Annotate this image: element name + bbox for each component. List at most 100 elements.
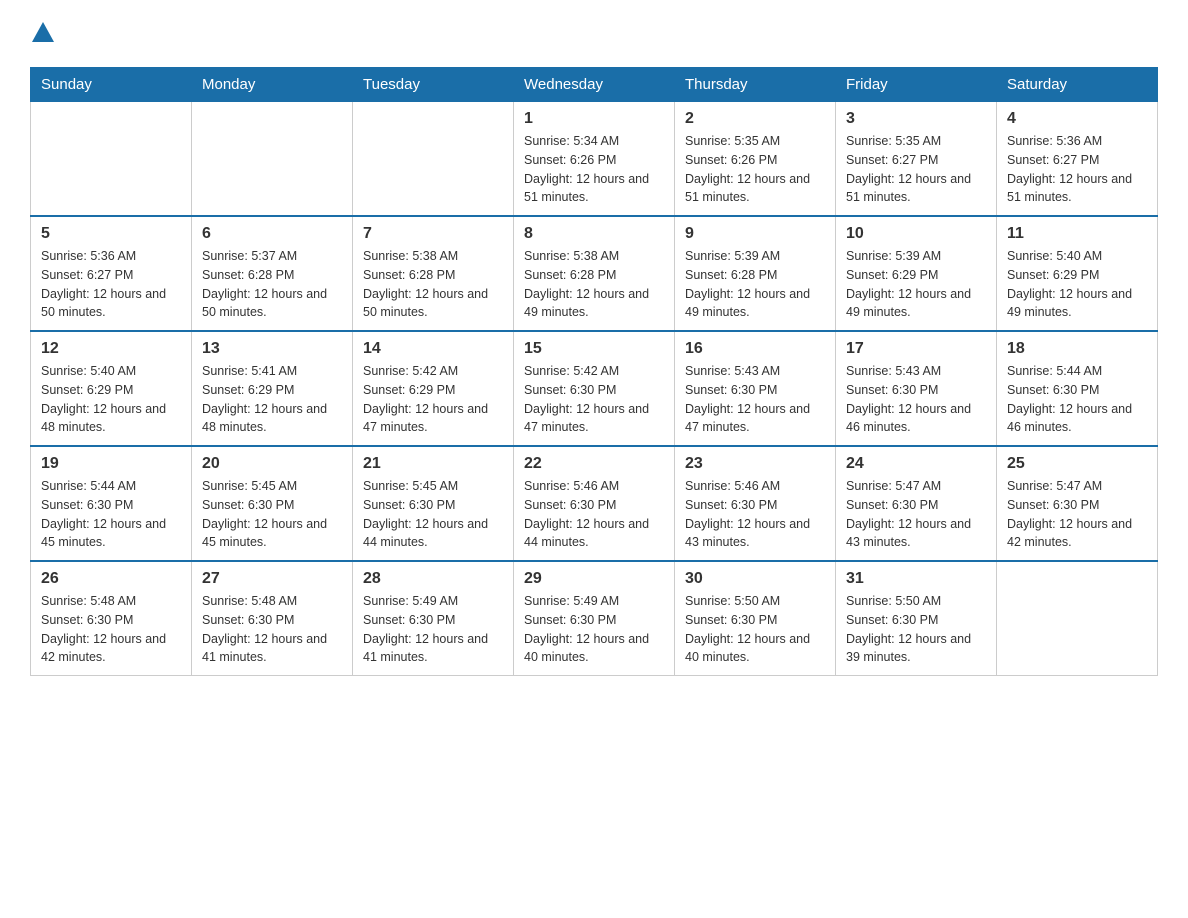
calendar-cell: 5 Sunrise: 5:36 AMSunset: 6:27 PMDaylight… — [31, 216, 192, 331]
day-number: 5 — [41, 225, 181, 243]
day-number: 8 — [524, 225, 664, 243]
calendar-cell: 31 Sunrise: 5:50 AMSunset: 6:30 PMDayligh… — [836, 561, 997, 676]
day-info: Sunrise: 5:41 AMSunset: 6:29 PMDaylight:… — [202, 362, 342, 437]
day-number: 16 — [685, 340, 825, 358]
day-info: Sunrise: 5:38 AMSunset: 6:28 PMDaylight:… — [363, 247, 503, 322]
calendar-table: SundayMondayTuesdayWednesdayThursdayFrid… — [30, 67, 1158, 676]
calendar-cell: 1Sunrise: 5:34 AMSunset: 6:26 PMDaylight… — [514, 102, 675, 217]
day-number: 28 — [363, 570, 503, 588]
calendar-week-row: 1Sunrise: 5:34 AMSunset: 6:26 PMDaylight… — [31, 102, 1158, 217]
day-of-week-header: Tuesday — [353, 68, 514, 102]
day-info: Sunrise: 5:46 AMSunset: 6:30 PMDaylight:… — [685, 477, 825, 552]
calendar-week-row: 5 Sunrise: 5:36 AMSunset: 6:27 PMDaylight… — [31, 216, 1158, 331]
day-number: 25 — [1007, 455, 1147, 473]
calendar-cell: 25 Sunrise: 5:47 AMSunset: 6:30 PMDayligh… — [997, 446, 1158, 561]
day-of-week-header: Saturday — [997, 68, 1158, 102]
day-number: 13 — [202, 340, 342, 358]
day-number: 11 — [1007, 225, 1147, 243]
calendar-cell: 11 Sunrise: 5:40 AMSunset: 6:29 PMDayligh… — [997, 216, 1158, 331]
calendar-cell: 9 Sunrise: 5:39 AMSunset: 6:28 PMDaylight… — [675, 216, 836, 331]
day-number: 21 — [363, 455, 503, 473]
calendar-cell: 8 Sunrise: 5:38 AMSunset: 6:28 PMDaylight… — [514, 216, 675, 331]
day-number: 23 — [685, 455, 825, 473]
day-number: 14 — [363, 340, 503, 358]
day-info: Sunrise: 5:47 AMSunset: 6:30 PMDaylight:… — [1007, 477, 1147, 552]
day-number: 7 — [363, 225, 503, 243]
day-number: 19 — [41, 455, 181, 473]
day-info: Sunrise: 5:48 AMSunset: 6:30 PMDaylight:… — [202, 592, 342, 667]
day-of-week-header: Thursday — [675, 68, 836, 102]
calendar-cell: 6 Sunrise: 5:37 AMSunset: 6:28 PMDaylight… — [192, 216, 353, 331]
calendar-cell: 13 Sunrise: 5:41 AMSunset: 6:29 PMDayligh… — [192, 331, 353, 446]
day-of-week-header: Sunday — [31, 68, 192, 102]
day-number: 15 — [524, 340, 664, 358]
day-info: Sunrise: 5:48 AMSunset: 6:30 PMDaylight:… — [41, 592, 181, 667]
calendar-cell: 12 Sunrise: 5:40 AMSunset: 6:29 PMDayligh… — [31, 331, 192, 446]
day-info: Sunrise: 5:45 AMSunset: 6:30 PMDaylight:… — [363, 477, 503, 552]
day-number: 29 — [524, 570, 664, 588]
calendar-cell: 23 Sunrise: 5:46 AMSunset: 6:30 PMDayligh… — [675, 446, 836, 561]
day-of-week-header: Monday — [192, 68, 353, 102]
day-number: 9 — [685, 225, 825, 243]
day-info: Sunrise: 5:43 AMSunset: 6:30 PMDaylight:… — [685, 362, 825, 437]
calendar-cell: 24Sunrise: 5:47 AMSunset: 6:30 PMDayligh… — [836, 446, 997, 561]
calendar-cell: 27 Sunrise: 5:48 AMSunset: 6:30 PMDayligh… — [192, 561, 353, 676]
day-info: Sunrise: 5:49 AMSunset: 6:30 PMDaylight:… — [524, 592, 664, 667]
calendar-week-row: 19 Sunrise: 5:44 AMSunset: 6:30 PMDayligh… — [31, 446, 1158, 561]
day-info: Sunrise: 5:45 AMSunset: 6:30 PMDaylight:… — [202, 477, 342, 552]
day-number: 4 — [1007, 110, 1147, 128]
calendar-cell — [31, 102, 192, 217]
day-number: 18 — [1007, 340, 1147, 358]
day-info: Sunrise: 5:50 AMSunset: 6:30 PMDaylight:… — [685, 592, 825, 667]
day-info: Sunrise: 5:39 AMSunset: 6:29 PMDaylight:… — [846, 247, 986, 322]
day-number: 31 — [846, 570, 986, 588]
day-number: 17 — [846, 340, 986, 358]
calendar-cell: 10 Sunrise: 5:39 AMSunset: 6:29 PMDayligh… — [836, 216, 997, 331]
day-number: 27 — [202, 570, 342, 588]
logo-triangle-icon — [32, 22, 54, 42]
day-info: Sunrise: 5:43 AMSunset: 6:30 PMDaylight:… — [846, 362, 986, 437]
calendar-cell: 4Sunrise: 5:36 AMSunset: 6:27 PMDaylight… — [997, 102, 1158, 217]
day-number: 30 — [685, 570, 825, 588]
calendar-cell: 2 Sunrise: 5:35 AMSunset: 6:26 PMDaylight… — [675, 102, 836, 217]
calendar-cell: 17 Sunrise: 5:43 AMSunset: 6:30 PMDayligh… — [836, 331, 997, 446]
calendar-cell — [353, 102, 514, 217]
day-number: 12 — [41, 340, 181, 358]
calendar-cell: 29 Sunrise: 5:49 AMSunset: 6:30 PMDayligh… — [514, 561, 675, 676]
calendar-cell — [192, 102, 353, 217]
calendar-cell: 30 Sunrise: 5:50 AMSunset: 6:30 PMDayligh… — [675, 561, 836, 676]
day-info: Sunrise: 5:39 AMSunset: 6:28 PMDaylight:… — [685, 247, 825, 322]
calendar-cell — [997, 561, 1158, 676]
calendar-week-row: 26 Sunrise: 5:48 AMSunset: 6:30 PMDayligh… — [31, 561, 1158, 676]
day-number: 26 — [41, 570, 181, 588]
calendar-cell: 19 Sunrise: 5:44 AMSunset: 6:30 PMDayligh… — [31, 446, 192, 561]
page-header — [30, 20, 1158, 47]
logo — [30, 20, 54, 47]
day-info: Sunrise: 5:40 AMSunset: 6:29 PMDaylight:… — [41, 362, 181, 437]
day-number: 2 — [685, 110, 825, 128]
day-info: Sunrise: 5:44 AMSunset: 6:30 PMDaylight:… — [1007, 362, 1147, 437]
day-number: 20 — [202, 455, 342, 473]
day-info: Sunrise: 5:34 AMSunset: 6:26 PMDaylight:… — [524, 132, 664, 207]
day-info: Sunrise: 5:35 AMSunset: 6:27 PMDaylight:… — [846, 132, 986, 207]
day-number: 6 — [202, 225, 342, 243]
day-info: Sunrise: 5:37 AMSunset: 6:28 PMDaylight:… — [202, 247, 342, 322]
day-info: Sunrise: 5:42 AMSunset: 6:30 PMDaylight:… — [524, 362, 664, 437]
day-info: Sunrise: 5:50 AMSunset: 6:30 PMDaylight:… — [846, 592, 986, 667]
calendar-cell: 14 Sunrise: 5:42 AMSunset: 6:29 PMDayligh… — [353, 331, 514, 446]
calendar-cell: 21 Sunrise: 5:45 AMSunset: 6:30 PMDayligh… — [353, 446, 514, 561]
day-info: Sunrise: 5:35 AMSunset: 6:26 PMDaylight:… — [685, 132, 825, 207]
day-number: 10 — [846, 225, 986, 243]
day-info: Sunrise: 5:42 AMSunset: 6:29 PMDaylight:… — [363, 362, 503, 437]
day-info: Sunrise: 5:47 AMSunset: 6:30 PMDaylight:… — [846, 477, 986, 552]
calendar-cell: 15 Sunrise: 5:42 AMSunset: 6:30 PMDayligh… — [514, 331, 675, 446]
day-info: Sunrise: 5:40 AMSunset: 6:29 PMDaylight:… — [1007, 247, 1147, 322]
day-number: 3 — [846, 110, 986, 128]
day-info: Sunrise: 5:44 AMSunset: 6:30 PMDaylight:… — [41, 477, 181, 552]
day-info: Sunrise: 5:36 AMSunset: 6:27 PMDaylight:… — [41, 247, 181, 322]
day-info: Sunrise: 5:38 AMSunset: 6:28 PMDaylight:… — [524, 247, 664, 322]
calendar-cell: 22Sunrise: 5:46 AMSunset: 6:30 PMDayligh… — [514, 446, 675, 561]
calendar-week-row: 12 Sunrise: 5:40 AMSunset: 6:29 PMDayligh… — [31, 331, 1158, 446]
calendar-cell: 28Sunrise: 5:49 AMSunset: 6:30 PMDayligh… — [353, 561, 514, 676]
day-info: Sunrise: 5:46 AMSunset: 6:30 PMDaylight:… — [524, 477, 664, 552]
